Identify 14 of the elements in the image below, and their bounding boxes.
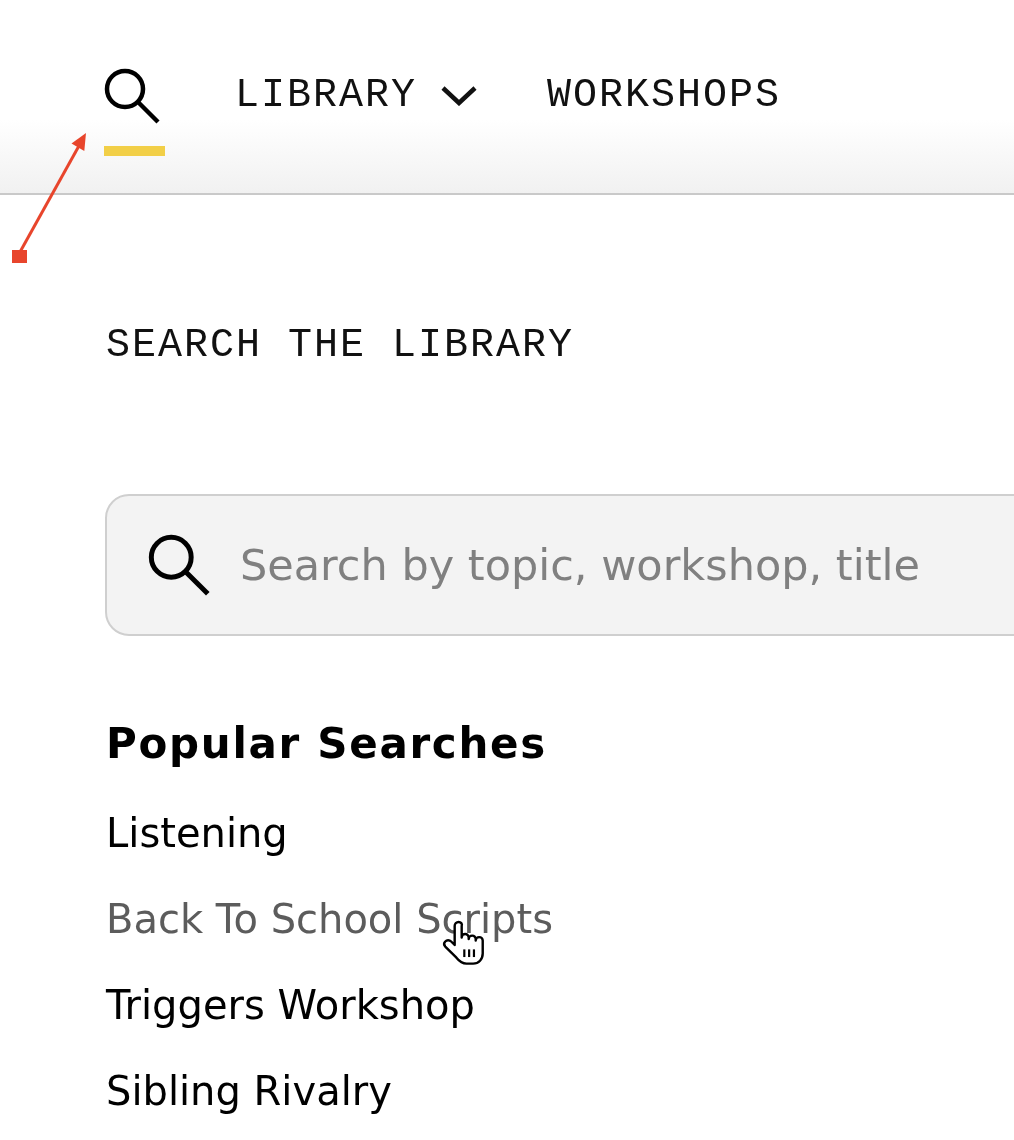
section-title: Popular Searches xyxy=(106,719,547,769)
popular-search-link[interactable]: Triggers Workshop xyxy=(106,980,475,1030)
search-icon xyxy=(148,534,210,596)
search-icon xyxy=(104,68,160,124)
search-input[interactable]: Search by topic, workshop, title xyxy=(240,535,1014,595)
library-menu-tab[interactable]: LIBRARY xyxy=(235,68,478,124)
popular-search-link[interactable]: Back To School Scripts xyxy=(106,894,553,944)
search-field[interactable]: Search by topic, workshop, title xyxy=(105,494,1014,636)
chevron-down-icon xyxy=(441,86,478,106)
popular-search-link[interactable]: Sibling Rivalry xyxy=(106,1066,392,1116)
search-tab[interactable] xyxy=(104,68,165,156)
nav-tab[interactable]: WORKSHOPS xyxy=(547,68,782,124)
popular-search-link[interactable]: Listening xyxy=(106,808,288,858)
page-heading: SEARCH THE LIBRARY xyxy=(106,322,575,370)
